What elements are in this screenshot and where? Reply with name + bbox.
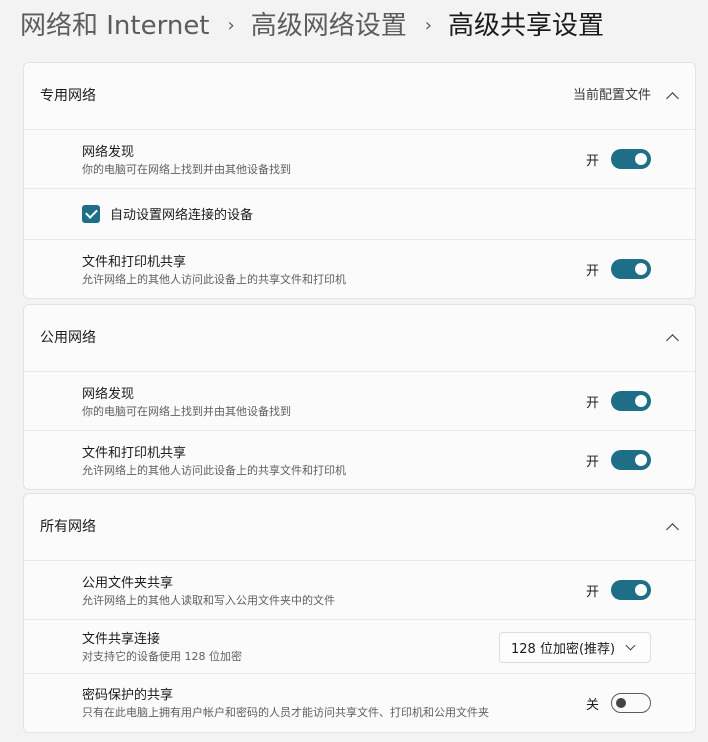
- toggle-knob: [635, 153, 647, 165]
- chevron-right-icon: ›: [227, 15, 235, 36]
- toggle-knob: [635, 263, 647, 275]
- private-network-card: 专用网络 当前配置文件 网络发现 你的电脑可在网络上找到并由其他设备找到 开 自…: [23, 62, 696, 299]
- setting-row-file-printer-sharing: 文件和打印机共享 允许网络上的其他人访问此设备上的共享文件和打印机 开: [24, 431, 695, 489]
- breadcrumb-network-internet[interactable]: 网络和 Internet: [20, 6, 210, 46]
- toggle-knob: [635, 584, 647, 596]
- toggle-state-label: 开: [585, 395, 599, 411]
- chevron-up-icon[interactable]: [666, 523, 679, 536]
- setting-title: 文件和打印机共享: [82, 255, 187, 270]
- section-title: 专用网络: [40, 88, 96, 104]
- setting-description: 允许网络上的其他人访问此设备上的共享文件和打印机: [82, 273, 346, 286]
- setting-description: 只有在此电脑上拥有用户帐户和密码的人员才能访问共享文件、打印机和公用文件夹: [82, 706, 489, 719]
- checkmark-icon: [84, 205, 98, 219]
- chevron-up-icon[interactable]: [666, 92, 679, 105]
- setting-title: 文件共享连接: [82, 632, 161, 647]
- toggle-state-label: 关: [585, 697, 599, 713]
- network-discovery-toggle[interactable]: [611, 149, 651, 169]
- setting-description: 允许网络上的其他人访问此设备上的共享文件和打印机: [82, 464, 346, 477]
- auto-setup-checkbox[interactable]: [82, 204, 100, 223]
- setting-description: 允许网络上的其他人读取和写入公用文件夹中的文件: [82, 594, 335, 607]
- section-title: 公用网络: [40, 330, 96, 346]
- setting-row-password-protected-sharing: 密码保护的共享 只有在此电脑上拥有用户帐户和密码的人员才能访问共享文件、打印机和…: [24, 674, 695, 732]
- chevron-right-icon: ›: [424, 15, 432, 36]
- all-networks-card: 所有网络 公用文件夹共享 允许网络上的其他人读取和写入公用文件夹中的文件 开 文…: [23, 493, 696, 733]
- checkbox-label: 自动设置网络连接的设备: [110, 208, 254, 223]
- section-title: 所有网络: [40, 519, 96, 535]
- setting-row-network-discovery: 网络发现 你的电脑可在网络上找到并由其他设备找到 开: [24, 130, 695, 189]
- page-title: 高级共享设置: [447, 11, 604, 41]
- setting-title: 公用文件夹共享: [82, 576, 174, 591]
- file-printer-sharing-toggle[interactable]: [611, 259, 651, 279]
- breadcrumb: 网络和 Internet › 高级网络设置 › 高级共享设置: [20, 6, 604, 46]
- toggle-state-label: 开: [585, 263, 599, 279]
- setting-row-auto-setup: 自动设置网络连接的设备: [24, 189, 695, 240]
- setting-description: 对支持它的设备使用 128 位加密: [82, 650, 242, 663]
- file-printer-sharing-toggle[interactable]: [611, 450, 651, 470]
- dropdown-selected-value: 128 位加密(推荐): [511, 642, 616, 657]
- setting-row-network-discovery: 网络发现 你的电脑可在网络上找到并由其他设备找到 开: [24, 372, 695, 431]
- setting-description: 你的电脑可在网络上找到并由其他设备找到: [82, 163, 291, 176]
- setting-description: 你的电脑可在网络上找到并由其他设备找到: [82, 405, 291, 418]
- private-network-header[interactable]: 专用网络 当前配置文件: [24, 63, 695, 130]
- setting-title: 文件和打印机共享: [82, 446, 187, 461]
- password-protected-sharing-toggle[interactable]: [611, 693, 651, 713]
- toggle-state-label: 开: [585, 454, 599, 470]
- breadcrumb-advanced-network[interactable]: 高级网络设置: [251, 6, 407, 46]
- public-network-card: 公用网络 网络发现 你的电脑可在网络上找到并由其他设备找到 开 文件和打印机共享…: [23, 304, 696, 490]
- setting-title: 网络发现: [82, 145, 135, 160]
- encryption-dropdown[interactable]: 128 位加密(推荐): [499, 632, 651, 663]
- current-profile-label: 当前配置文件: [572, 88, 651, 103]
- setting-row-file-printer-sharing: 文件和打印机共享 允许网络上的其他人访问此设备上的共享文件和打印机 开: [24, 240, 695, 298]
- toggle-knob: [616, 698, 626, 708]
- toggle-state-label: 开: [585, 153, 599, 169]
- toggle-state-label: 开: [585, 584, 599, 600]
- chevron-up-icon[interactable]: [666, 334, 679, 347]
- public-folder-sharing-toggle[interactable]: [611, 580, 651, 600]
- setting-title: 密码保护的共享: [82, 688, 174, 703]
- network-discovery-toggle[interactable]: [611, 391, 651, 411]
- setting-title: 网络发现: [82, 387, 135, 402]
- chevron-down-icon: [625, 640, 636, 651]
- setting-row-public-folder-sharing: 公用文件夹共享 允许网络上的其他人读取和写入公用文件夹中的文件 开: [24, 561, 695, 620]
- all-networks-header[interactable]: 所有网络: [24, 494, 695, 561]
- public-network-header[interactable]: 公用网络: [24, 305, 695, 372]
- toggle-knob: [635, 395, 647, 407]
- toggle-knob: [635, 454, 647, 466]
- setting-row-file-sharing-connection: 文件共享连接 对支持它的设备使用 128 位加密 128 位加密(推荐): [24, 620, 695, 674]
